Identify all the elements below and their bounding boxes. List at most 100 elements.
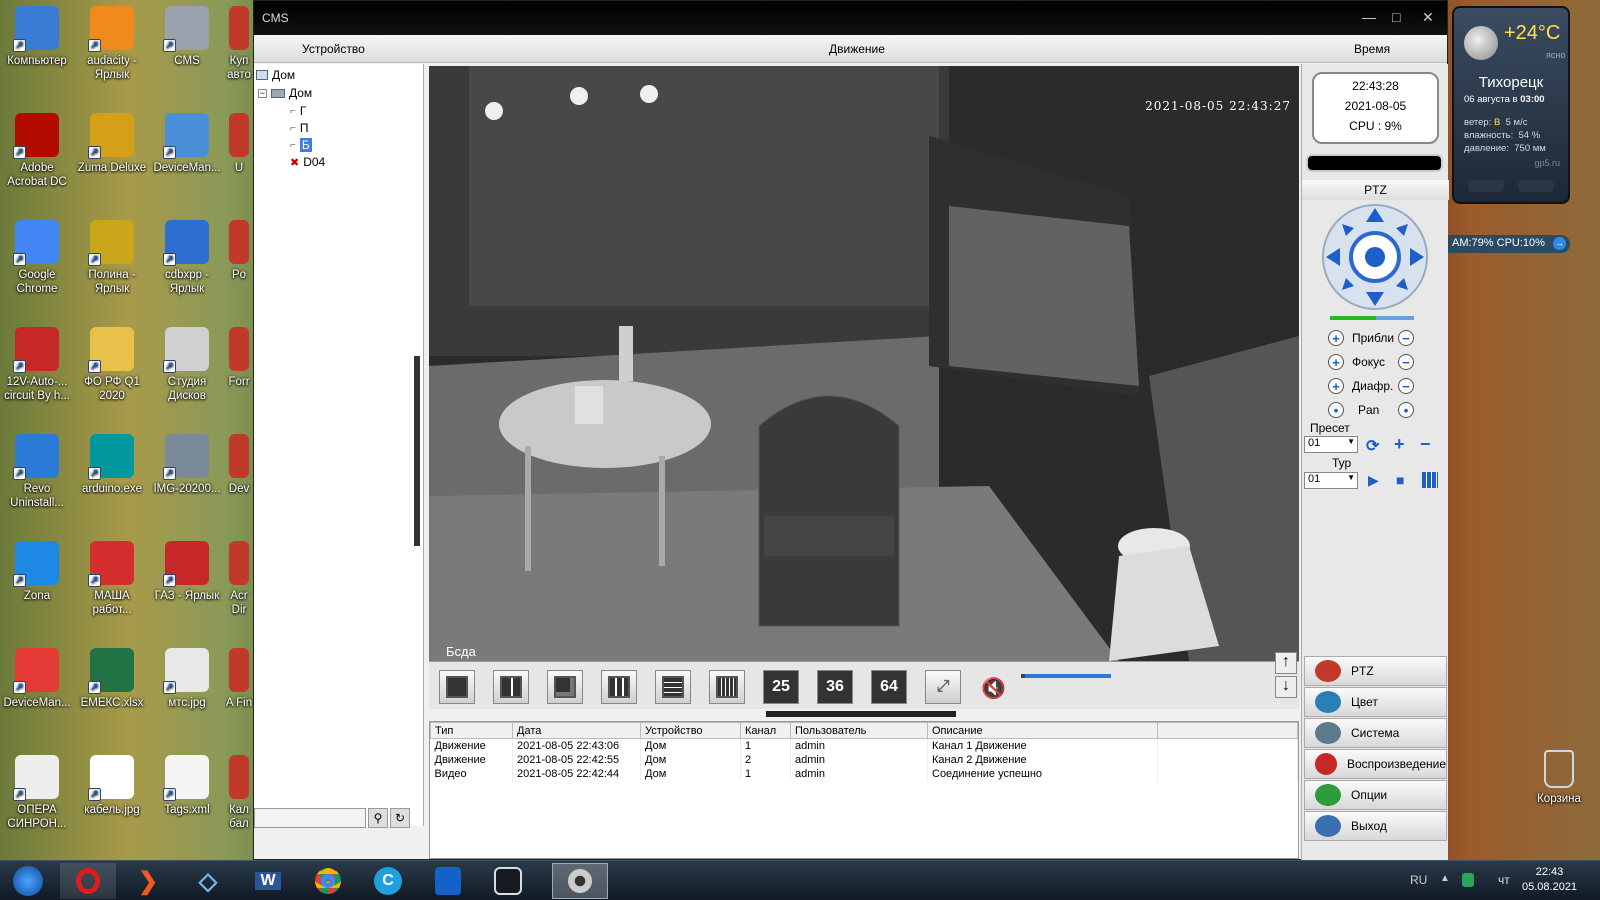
nav-color-button[interactable]: Цвет (1304, 687, 1447, 717)
table-row[interactable]: Движение 2021-08-05 22:42:55 Дом 2 admin Кана… (430, 752, 1298, 767)
tree-root[interactable]: Дом (256, 68, 295, 82)
app-orange-taskbar-button[interactable]: ❯ (120, 863, 176, 899)
tour-grid-button[interactable] (1422, 472, 1438, 488)
focus-in-button[interactable]: + (1328, 354, 1344, 370)
recycle-bin-icon[interactable]: Корзина (1522, 750, 1596, 806)
iris-out-button[interactable]: − (1398, 378, 1414, 394)
col-user[interactable]: Пользователь (790, 722, 928, 739)
mute-icon[interactable]: 🔇 (981, 676, 1006, 701)
zoom-out-button[interactable]: − (1398, 330, 1414, 346)
volume-slider[interactable] (1021, 674, 1111, 678)
nav-options-button[interactable]: Опции (1304, 780, 1447, 810)
defender-taskbar-button[interactable] (420, 863, 476, 899)
layout-9-button[interactable] (601, 670, 637, 704)
start-button[interactable] (0, 863, 56, 899)
desktop-icon-partial[interactable]: Кал бал (225, 755, 253, 831)
desktop-icon[interactable]: ↗ мтс.jpg (150, 648, 224, 710)
preset-goto-button[interactable]: ⟳ (1366, 436, 1388, 455)
monitor-arrow-icon[interactable]: → (1553, 237, 1566, 250)
preset-add-button[interactable]: + (1394, 435, 1416, 454)
desktop-icon[interactable]: ↗ DeviceMan... (0, 648, 74, 710)
tour-select[interactable]: 01 ▼ (1304, 472, 1358, 489)
weather-prev-button[interactable] (1468, 180, 1504, 192)
pan-out-button[interactable]: • (1398, 402, 1414, 418)
col-type[interactable]: Тип (430, 722, 513, 739)
desktop-icon[interactable]: ↗ Студия Дисков (150, 327, 224, 403)
speedtest-taskbar-button[interactable] (480, 863, 536, 899)
desktop-icon[interactable]: ↗ IMG-20200... (150, 434, 224, 496)
tree-scrollbar[interactable] (414, 356, 420, 546)
col-date[interactable]: Дата (512, 722, 641, 739)
desktop-icon-partial[interactable]: Forr (225, 327, 253, 389)
tour-stop-button[interactable]: ■ (1396, 472, 1404, 488)
desktop-icon[interactable]: ↗ CMS (150, 6, 224, 68)
desktop-icon[interactable]: ↗ Adobe Acrobat DC (0, 113, 74, 189)
tray-clock[interactable]: 22:43 05.08.2021 (1522, 865, 1577, 895)
desktop-icon[interactable]: ↗ ФО РФ Q1 2020 (75, 327, 149, 403)
scroll-up-button[interactable]: ↑ (1275, 652, 1297, 674)
nav-exit-button[interactable]: Выход (1304, 811, 1447, 841)
ptz-speed-slider[interactable] (1330, 316, 1414, 320)
tree-channel-2[interactable]: ⌐ П (290, 121, 308, 135)
tree-device[interactable]: − Дом (258, 86, 312, 100)
tree-channel-1[interactable]: ⌐ Г (290, 104, 306, 118)
opera-taskbar-button[interactable] (60, 863, 116, 899)
desktop-icon[interactable]: ↗ Tags.xml (150, 755, 224, 817)
maximize-button[interactable]: □ (1392, 9, 1400, 25)
desktop-icon[interactable]: ↗ кабель.jpg (75, 755, 149, 817)
col-description[interactable]: Описание (927, 722, 1158, 739)
table-row[interactable]: Видео 2021-08-05 22:42:44 Дом 1 admin Соедине… (430, 766, 1298, 781)
layout-25-button[interactable]: 25 (763, 670, 799, 704)
layout-64-button[interactable]: 64 (871, 670, 907, 704)
tray-shield-icon[interactable] (1462, 873, 1474, 887)
pan-in-button[interactable]: • (1328, 402, 1344, 418)
desktop-icon[interactable]: ↗ Компьютер (0, 6, 74, 68)
desktop-icon[interactable]: ↗ Zona (0, 541, 74, 603)
desktop-icon[interactable]: ↗ 12V-Auto-... circuit By h... (0, 327, 74, 403)
iris-in-button[interactable]: + (1328, 378, 1344, 394)
language-indicator[interactable]: RU (1410, 873, 1427, 887)
col-device[interactable]: Устройство (640, 722, 741, 739)
word-taskbar-button[interactable]: W (240, 863, 296, 899)
layout-13-button[interactable] (655, 670, 691, 704)
desktop-icon-partial[interactable]: Po (225, 220, 253, 282)
weather-next-button[interactable] (1518, 180, 1554, 192)
desktop-icon-partial[interactable]: Куп авто (225, 6, 253, 82)
table-row[interactable]: Движение 2021-08-05 22:43:06 Дом 1 admin Кана… (430, 738, 1298, 753)
desktop-icon-partial[interactable]: Acr Dir (225, 541, 253, 617)
col-channel[interactable]: Канал (740, 722, 791, 739)
layout-6-button[interactable] (547, 670, 583, 704)
desktop-icon[interactable]: ↗ DeviceMan... (150, 113, 224, 175)
desktop-icon[interactable]: ↗ МАША работ... (75, 541, 149, 617)
tour-play-button[interactable]: ▶ (1368, 472, 1379, 489)
nav-ptz-button[interactable]: PTZ (1304, 656, 1447, 686)
tree-refresh-button[interactable]: ↻ (390, 808, 410, 828)
layout-36-button[interactable]: 36 (817, 670, 853, 704)
layout-16-button[interactable] (709, 670, 745, 704)
fullscreen-button[interactable]: ⤢ (925, 670, 961, 704)
desktop-icon[interactable]: ↗ Google Chrome (0, 220, 74, 296)
focus-out-button[interactable]: − (1398, 354, 1414, 370)
zoom-in-button[interactable]: + (1328, 330, 1344, 346)
ptz-joystick[interactable] (1320, 202, 1430, 312)
tray-expand-icon[interactable]: ▲ (1440, 873, 1450, 884)
nav-system-button[interactable]: Система (1304, 718, 1447, 748)
close-button[interactable]: ✕ (1422, 9, 1434, 26)
desktop-icon-partial[interactable]: A Fin (225, 648, 253, 710)
splitter-handle[interactable] (766, 711, 956, 717)
cms-taskbar-button[interactable] (552, 863, 608, 899)
layout-1-button[interactable] (439, 670, 475, 704)
preset-select[interactable]: 01 ▼ (1304, 436, 1358, 453)
desktop-icon-partial[interactable]: Dev (225, 434, 253, 496)
desktop-icon[interactable]: ↗ Полина - Ярлык (75, 220, 149, 296)
desktop-icon[interactable]: ↗ Zuma Deluxe (75, 113, 149, 175)
desktop-icon[interactable]: ↗ ГАЗ - Ярлык (150, 541, 224, 603)
layout-4-button[interactable] (493, 670, 529, 704)
scroll-down-button[interactable]: ↓ (1275, 676, 1297, 698)
nav-playback-button[interactable]: Воспроизведение (1304, 749, 1447, 779)
preset-remove-button[interactable]: − (1420, 435, 1442, 454)
tree-search-input[interactable] (254, 808, 366, 828)
desktop-icon[interactable]: ↗ arduino.exe (75, 434, 149, 496)
desktop-icon[interactable]: ↗ Revo Uninstall... (0, 434, 74, 510)
chrome-taskbar-button[interactable] (300, 863, 356, 899)
